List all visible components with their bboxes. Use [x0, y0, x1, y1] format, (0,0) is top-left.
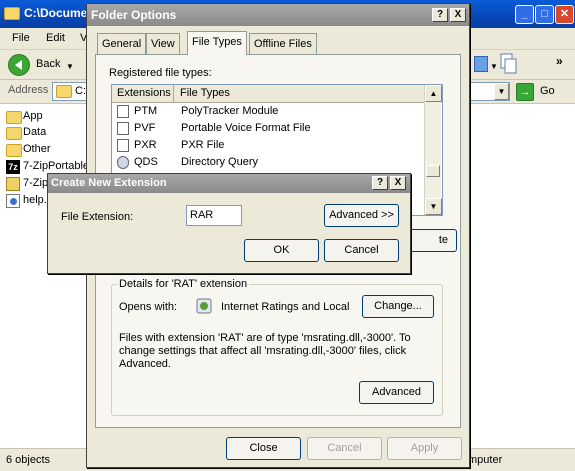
explorer-title: C:\Docume	[24, 6, 88, 20]
tab-general[interactable]: General	[97, 33, 147, 54]
close-icon[interactable]: X	[450, 8, 466, 22]
apply-button[interactable]: Apply	[387, 437, 462, 460]
create-extension-title: Create New Extension	[51, 177, 167, 189]
7zip-icon: 7z	[6, 160, 20, 174]
file-icon	[117, 122, 129, 135]
list-header: Extensions File Types	[112, 85, 424, 103]
details-description: Files with extension 'RAT' are of type '…	[119, 332, 411, 370]
query-icon	[117, 156, 129, 169]
list-item[interactable]: QDS Directory Query	[112, 154, 424, 171]
folder-icon	[6, 144, 22, 157]
list-item[interactable]: PVF Portable Voice Format File	[112, 120, 424, 137]
maximize-icon[interactable]: □	[535, 5, 554, 24]
column-file-types[interactable]: File Types	[175, 85, 230, 103]
menu-file[interactable]: File	[12, 32, 30, 44]
close-button[interactable]: Close	[226, 437, 301, 460]
pages-icon[interactable]	[500, 53, 518, 75]
folder-icon	[6, 127, 22, 140]
tab-offline-files[interactable]: Offline Files	[249, 33, 317, 54]
cancel-button[interactable]: Cancel	[307, 437, 382, 460]
back-button-label[interactable]: Back	[36, 58, 60, 70]
close-icon[interactable]: ✕	[555, 5, 574, 24]
file-extension-input[interactable]: RAR	[186, 205, 242, 226]
opens-with-label: Opens with:	[119, 301, 178, 313]
create-extension-title-bar: Create New Extension ? X	[48, 174, 410, 193]
folder-options-title-bar: Folder Options ? X	[87, 4, 469, 26]
tab-view[interactable]: View	[146, 33, 180, 54]
menu-edit[interactable]: Edit	[46, 32, 65, 44]
folder-icon	[4, 7, 20, 20]
tab-file-types[interactable]: File Types	[187, 31, 247, 55]
file-icon	[117, 139, 129, 152]
folder-options-title: Folder Options	[91, 8, 177, 22]
ok-button[interactable]: OK	[244, 239, 319, 262]
help-icon[interactable]: ?	[432, 8, 448, 22]
change-button[interactable]: Change...	[362, 295, 434, 318]
toolbar-overflow-icon[interactable]: »	[556, 54, 563, 68]
address-folder-icon	[56, 85, 72, 98]
scroll-down-icon[interactable]: ▼	[425, 198, 442, 215]
address-dropdown-icon[interactable]: ▼	[494, 83, 509, 100]
address-label: Address	[8, 84, 49, 96]
status-zone: mputer	[468, 454, 503, 466]
back-arrow-icon[interactable]	[8, 54, 30, 76]
column-extensions[interactable]: Extensions	[112, 85, 174, 103]
scroll-up-icon[interactable]: ▲	[425, 85, 442, 102]
help-file-icon	[6, 194, 20, 208]
ratings-app-icon	[196, 298, 212, 314]
cancel-button[interactable]: Cancel	[324, 239, 399, 262]
file-icon	[117, 105, 129, 118]
go-button-label[interactable]: Go	[540, 85, 555, 97]
folder-icon	[6, 111, 22, 124]
create-new-extension-dialog: Create New Extension ? X File Extension:…	[47, 173, 411, 274]
list-scrollbar[interactable]: ▲ ▼	[424, 85, 442, 215]
minimize-icon[interactable]: _	[515, 5, 534, 24]
scroll-thumb[interactable]	[426, 165, 440, 177]
registered-file-types-label: Registered file types:	[109, 67, 212, 79]
address-input-right[interactable]: ▼	[470, 82, 510, 101]
go-arrow-icon[interactable]: →	[516, 83, 534, 101]
shortcut-icon	[6, 177, 20, 191]
file-extension-label: File Extension:	[61, 211, 134, 223]
opens-with-app: Internet Ratings and Local	[221, 301, 350, 313]
details-label: Details for 'RAT' extension	[117, 278, 250, 290]
help-icon[interactable]: ?	[372, 176, 388, 190]
close-icon[interactable]: X	[390, 176, 406, 190]
views-dropdown-icon[interactable]: ▼	[490, 62, 498, 71]
list-item[interactable]: PXR PXR File	[112, 137, 424, 154]
views-icon[interactable]	[474, 56, 488, 72]
back-dropdown-icon[interactable]: ▼	[66, 62, 74, 71]
list-item[interactable]: PTM PolyTracker Module	[112, 103, 424, 120]
advanced-toggle-button[interactable]: Advanced >>	[324, 204, 399, 227]
advanced-button[interactable]: Advanced	[359, 381, 434, 404]
status-objects: 6 objects	[6, 454, 51, 466]
